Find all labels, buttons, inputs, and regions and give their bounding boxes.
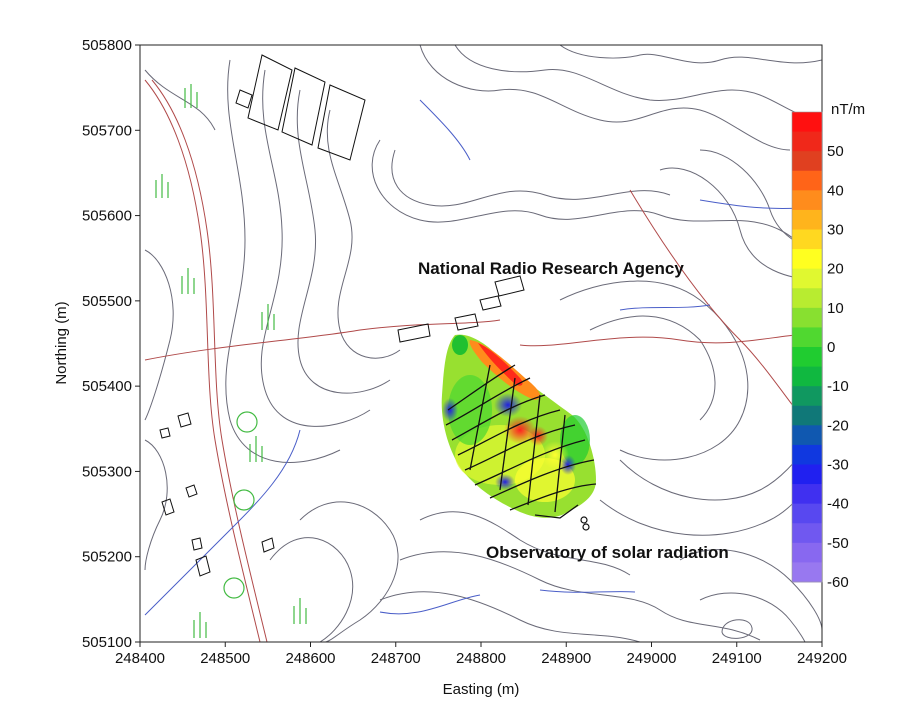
- colorbar-swatch: [792, 209, 822, 230]
- survey-map: 248400 248500 248600 248700 248800 248900 2490…: [53, 37, 865, 698]
- x-tick-label: 248600: [285, 650, 335, 667]
- y-axis-title: Northing (m): [53, 301, 70, 384]
- y-tick-label: 505400: [82, 378, 132, 395]
- colorbar-swatch: [792, 288, 822, 309]
- y-axis: 505100 505200 505300 505400 505500 505600 5057…: [82, 37, 140, 651]
- agency-label: National Radio Research Agency: [418, 259, 684, 278]
- colorbar-swatch: [792, 523, 822, 544]
- colorbar-swatch: [792, 347, 822, 367]
- colorbar-swatch: [792, 268, 822, 289]
- colorbar-swatch: [792, 503, 822, 524]
- colorbar-label: -50: [827, 535, 849, 552]
- colorbar-swatch: [792, 249, 822, 270]
- y-tick-label: 505800: [82, 37, 132, 54]
- y-tick-label: 505300: [82, 463, 132, 480]
- y-tick-label: 505200: [82, 549, 132, 566]
- y-tick-label: 505100: [82, 634, 132, 651]
- y-tick-label: 505600: [82, 208, 132, 225]
- colorbar-label: 10: [827, 300, 844, 317]
- colorbar-unit: nT/m: [831, 101, 865, 118]
- colorbar-label: 0: [827, 339, 835, 356]
- colorbar-swatch: [792, 405, 822, 426]
- observatory-label: Observatory of solar radiation: [486, 543, 729, 562]
- colorbar-swatch: [792, 327, 822, 348]
- colorbar-swatch: [792, 425, 822, 446]
- colorbar-label: -60: [827, 574, 849, 591]
- colorbar-label: -40: [827, 496, 849, 513]
- survey-area-fill: [541, 441, 569, 469]
- colorbar: nT/m 50 40 30 20 10 0 -10 -20 -30 -40 -50 -60: [791, 101, 865, 591]
- colorbar-label: 20: [827, 261, 844, 278]
- colorbar-label: 40: [827, 182, 844, 199]
- colorbar-swatch: [792, 386, 822, 407]
- x-tick-label: 248800: [456, 650, 506, 667]
- x-axis: 248400 248500 248600 248700 248800 248900 2490…: [115, 642, 847, 667]
- x-tick-label: 248400: [115, 650, 165, 667]
- colorbar-swatch: [792, 112, 822, 132]
- colorbar-label: -10: [827, 378, 849, 395]
- x-tick-label: 248500: [200, 650, 250, 667]
- x-tick-label: 248900: [541, 650, 591, 667]
- colorbar-swatch: [792, 131, 822, 152]
- survey-area-fill: [442, 398, 458, 422]
- colorbar-swatch: [792, 229, 822, 250]
- colorbar-swatch: [792, 464, 822, 485]
- colorbar-swatch: [792, 190, 822, 211]
- x-tick-label: 249100: [712, 650, 762, 667]
- colorbar-swatch: [792, 444, 822, 465]
- colorbar-label: -30: [827, 457, 849, 474]
- x-axis-title: Easting (m): [443, 681, 520, 698]
- x-tick-label: 248700: [371, 650, 421, 667]
- colorbar-label: -20: [827, 417, 849, 434]
- colorbar-label: 30: [827, 222, 844, 239]
- y-tick-label: 505700: [82, 122, 132, 139]
- colorbar-label: 50: [827, 143, 844, 160]
- y-tick-label: 505500: [82, 293, 132, 310]
- colorbar-swatch: [792, 542, 822, 563]
- colorbar-swatch: [792, 151, 822, 172]
- colorbar-swatch: [792, 484, 822, 505]
- x-tick-label: 249000: [626, 650, 676, 667]
- colorbar-swatch: [792, 170, 822, 191]
- x-tick-label: 249200: [797, 650, 847, 667]
- survey-area-fill: [452, 335, 468, 355]
- colorbar-swatch: [792, 366, 822, 387]
- colorbar-swatch: [792, 562, 822, 583]
- colorbar-swatch: [792, 307, 822, 328]
